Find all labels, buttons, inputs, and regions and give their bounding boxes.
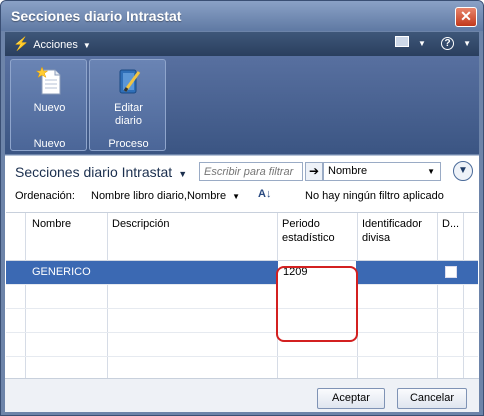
column-header-divisa-line2: divisa xyxy=(362,232,391,244)
sort-selector[interactable]: Nombre libro diario,Nombre ▼ xyxy=(91,190,240,202)
sort-direction-button[interactable]: A↓ xyxy=(258,188,271,200)
chevron-down-icon: ▼ xyxy=(463,39,471,48)
cell-periodo[interactable]: 1209 xyxy=(278,261,356,285)
list-title-menu[interactable]: Secciones diario Intrastat ▼ xyxy=(15,164,187,180)
lightning-icon: ⚡ xyxy=(13,36,30,51)
sort-value: Nombre libro diario,Nombre xyxy=(91,190,227,202)
grid-header: Nombre Descripción Periodo estadístico Id… xyxy=(6,213,478,261)
dialog-footer: Aceptar Cancelar xyxy=(5,378,479,412)
chevron-down-icon: ▼ xyxy=(82,41,91,50)
table-row-empty[interactable] xyxy=(6,285,478,309)
table-row-empty[interactable] xyxy=(6,309,478,333)
group-label-proceso: Proceso xyxy=(108,138,149,150)
cell-checkbox[interactable] xyxy=(445,266,457,278)
expand-filter-button[interactable]: ▼ xyxy=(453,161,473,181)
no-filter-text: No hay ningún filtro aplicado xyxy=(305,190,444,202)
new-button-label: Nuevo xyxy=(33,102,66,114)
sort-label: Ordenación: xyxy=(15,190,75,202)
column-header-d[interactable]: D... xyxy=(442,217,459,231)
actions-menu-label: Acciones xyxy=(33,39,78,51)
new-document-icon xyxy=(36,66,61,95)
table-row[interactable]: GENERICO 1209 xyxy=(6,261,478,285)
ribbon-group-nuevo: Nuevo Nuevo xyxy=(10,59,87,151)
chevron-down-icon: ▼ xyxy=(178,169,188,179)
ribbon-group-proceso: Editar diario Proceso xyxy=(89,59,166,151)
action-bar-right: ▼ ? ▼ xyxy=(383,36,471,50)
arrow-right-icon: ➔ xyxy=(308,164,320,178)
column-header-nombre[interactable]: Nombre xyxy=(32,217,71,231)
dialog-window: Secciones diario Intrastat ✕ ⚡ Acciones ▼ … xyxy=(0,0,484,416)
close-button[interactable]: ✕ xyxy=(455,7,477,27)
filter-field-select[interactable]: Nombre ▼ xyxy=(323,162,441,181)
filter-field-value: Nombre xyxy=(328,165,368,177)
column-header-divisa-line1: Identificador xyxy=(362,218,422,230)
chevron-down-icon: ▼ xyxy=(427,167,435,176)
edit-journal-label-1: Editar xyxy=(114,102,143,114)
actions-menu[interactable]: ⚡ Acciones ▼ xyxy=(13,36,91,52)
edit-journal-icon xyxy=(119,69,141,94)
cancel-button[interactable]: Cancelar xyxy=(397,388,467,409)
filter-input[interactable] xyxy=(199,162,303,181)
view-icon xyxy=(394,36,409,47)
column-header-periodo-line1: Periodo xyxy=(282,218,320,230)
cell-periodo-value: 1209 xyxy=(283,266,308,278)
edit-journal-label-2: diario xyxy=(115,115,142,127)
list-title: Secciones diario Intrastat xyxy=(15,164,173,180)
help-icon: ? xyxy=(441,37,455,50)
table-row-empty[interactable] xyxy=(6,333,478,357)
action-bar: ⚡ Acciones ▼ ▼ ? ▼ xyxy=(5,32,479,56)
apply-filter-button[interactable]: ➔ xyxy=(305,162,323,181)
column-header-descripcion[interactable]: Descripción xyxy=(112,217,169,231)
title-bar[interactable]: Secciones diario Intrastat ✕ xyxy=(1,1,483,31)
chevron-down-icon: ▼ xyxy=(458,165,468,176)
data-grid: Nombre Descripción Periodo estadístico Id… xyxy=(6,212,478,381)
cell-nombre[interactable]: GENERICO xyxy=(32,266,91,278)
chevron-down-icon: ▼ xyxy=(232,192,241,201)
sort-row: Ordenación: Nombre libro diario,Nombre ▼ … xyxy=(15,188,475,206)
window-title: Secciones diario Intrastat xyxy=(11,8,182,24)
accept-button[interactable]: Aceptar xyxy=(317,388,385,409)
help-button[interactable]: ? ▼ xyxy=(435,37,471,50)
group-label-nuevo: Nuevo xyxy=(33,138,66,150)
column-header-periodo[interactable]: Periodo estadístico xyxy=(282,217,335,245)
view-options-button[interactable]: ▼ xyxy=(389,36,426,49)
chevron-down-icon: ▼ xyxy=(418,39,426,48)
column-header-periodo-line2: estadístico xyxy=(282,232,335,244)
ribbon: Nuevo Nuevo Editar diario Proceso xyxy=(5,56,479,154)
column-header-divisa[interactable]: Identificador divisa xyxy=(362,217,422,245)
list-content: Secciones diario Intrastat ▼ ➔ Nombre ▼ ▼… xyxy=(5,155,479,412)
sort-az-icon: A↓ xyxy=(258,188,272,200)
